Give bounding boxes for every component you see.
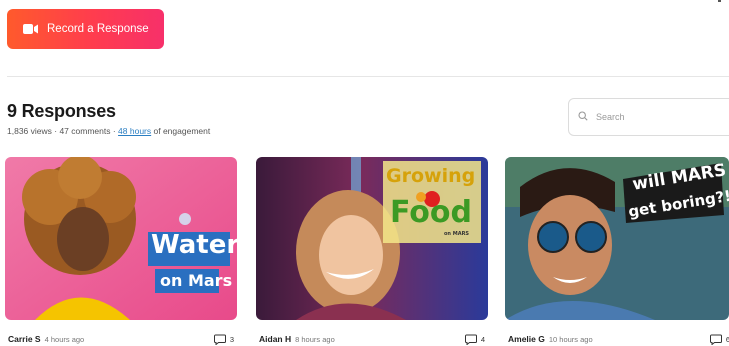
video-camera-icon: [23, 23, 39, 35]
comment-bubble-icon: [709, 334, 722, 345]
video-thumbnail[interactable]: will MARS get boring?!: [505, 157, 729, 320]
author-name[interactable]: Amelie G: [508, 334, 545, 344]
stats-separator: ·: [51, 126, 60, 136]
response-card[interactable]: Water on Mars Carrie S 4 hours ago 3: [5, 157, 237, 345]
thumbnail-caption: Food: [390, 195, 472, 230]
comment-count: 3: [229, 334, 234, 344]
comments-count: 47 comments: [59, 126, 111, 136]
post-time: 8 hours ago: [295, 334, 335, 344]
thumbnail-caption: Growing: [386, 165, 476, 187]
search-icon: [578, 108, 588, 126]
video-thumbnail[interactable]: Growing Food on MARS: [256, 157, 488, 320]
author-name[interactable]: Aidan H: [259, 334, 291, 344]
section-divider: [7, 76, 729, 77]
window-edge-mark: [718, 0, 721, 2]
thumbnail-caption: on Mars: [160, 271, 233, 290]
card-meta: Aidan H 8 hours ago 4: [259, 333, 485, 345]
comment-count: 4: [480, 334, 485, 344]
stats-separator: ·: [110, 126, 119, 136]
thumbnail-caption: on MARS: [444, 231, 470, 237]
response-card[interactable]: will MARS get boring?! Amelie G 10 hours…: [505, 157, 729, 345]
comments-button[interactable]: 4: [464, 334, 485, 345]
post-time: 4 hours ago: [44, 334, 85, 344]
engagement-hours-link[interactable]: 48 hours: [118, 126, 151, 136]
response-card[interactable]: Growing Food on MARS Aidan H 8 hours ago…: [256, 157, 488, 345]
comments-button[interactable]: 6: [709, 334, 729, 345]
video-thumbnail[interactable]: Water on Mars: [5, 157, 237, 320]
comment-bubble-icon: [464, 334, 477, 345]
record-response-button[interactable]: Record a Response: [7, 9, 164, 49]
card-meta: Amelie G 10 hours ago 6: [508, 333, 729, 345]
responses-stats: 1,836 views · 47 comments · 48 hours of …: [7, 126, 210, 136]
thumbnail-caption: Water: [151, 230, 237, 260]
comment-bubble-icon: [213, 334, 226, 345]
comments-button[interactable]: 3: [213, 334, 234, 345]
responses-title: 9 Responses: [7, 101, 116, 121]
search-box[interactable]: [568, 98, 729, 136]
record-response-label: Record a Response: [47, 23, 149, 35]
author-name[interactable]: Carrie S: [8, 334, 41, 344]
post-time: 10 hours ago: [548, 334, 593, 344]
search-input[interactable]: [596, 112, 716, 122]
engagement-suffix: of engagement: [151, 126, 211, 136]
views-count: 1,836 views: [7, 126, 52, 136]
card-meta: Carrie S 4 hours ago 3: [8, 333, 234, 345]
